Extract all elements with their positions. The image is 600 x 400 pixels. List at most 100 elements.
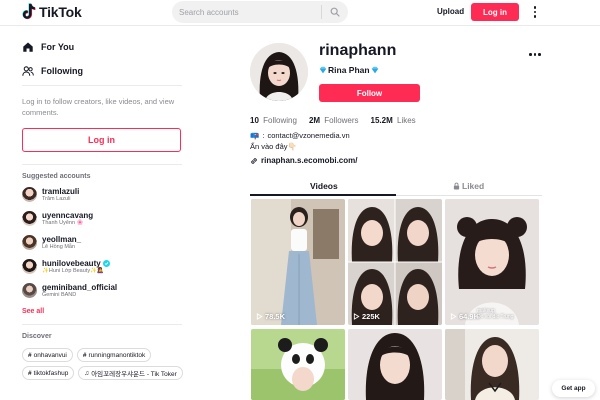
video-thumbnail[interactable]: 78.5K [251,199,345,325]
play-icon [353,313,360,320]
stat-label: Following [263,116,297,125]
nav-for-you[interactable]: For You [22,41,74,53]
sidebar-divider [22,324,182,325]
tiktok-logo[interactable]: TikTok [22,3,82,20]
stat-followers: 2M Followers [309,116,359,125]
avatar [22,187,37,203]
video-thumbnail[interactable]: 225K [348,199,442,325]
music-note-icon: ♫ [84,369,90,377]
logo-text: TikTok [39,3,82,20]
account-name: Gemini BAND [42,292,77,299]
sidebar-divider [22,85,182,86]
video-thumbnail[interactable] [445,329,539,400]
suggested-account[interactable]: hunilovebeauty ✨Huni Lớp Beauty✨👩‍🎤 [22,259,182,275]
follow-button[interactable]: Follow [319,84,420,102]
profile-handle: rinaphann [319,42,397,59]
stat-label: Likes [397,116,416,125]
more-horizontal-icon[interactable] [529,53,541,56]
sidebar-divider [22,164,182,165]
tag-label: runningmanontiktok [88,351,146,359]
diamond-icon [371,66,378,74]
account-handle: yeollman_ [42,235,82,244]
link-icon [251,157,257,164]
video-thumbnail[interactable] [348,329,442,400]
search-button[interactable] [322,1,348,23]
sidebar-login-button[interactable]: Log in [22,128,181,152]
tag-label: 아임꼬레장우샤운드 - Tik Toker [91,371,177,378]
bio-link-text: rinaphan.s.ecomobi.com/ [261,156,358,165]
tag-label: tiktokfashup [33,369,69,377]
search-bar [172,1,348,23]
discover-tags: # onhavanvui # runningmanontiktok # tikt… [22,348,192,380]
suggested-account[interactable]: tramlazuli Trâm Lazuli [22,187,182,203]
hashtag-icon: # [28,369,32,377]
video-thumbnail-image [251,329,345,400]
stat-value: 2M [308,116,321,125]
account-handle: geminiband_official [42,283,118,292]
avatar-portrait [250,43,308,101]
profile-display-name: Rina Phan [319,65,379,75]
discover-tag[interactable]: # onhavanvui [22,348,73,362]
profile-tabs: Videos Liked [250,178,542,196]
discover-tag[interactable]: # runningmanontiktok [76,348,152,362]
discover-tag[interactable]: ♫ 아임꼬레장우샤운드 - Tik Toker [78,366,183,380]
video-thumbnail-image [348,199,442,325]
view-count: 225K [353,312,380,321]
account-name: ✨Huni Lớp Beauty✨👩‍🎤 [42,268,104,275]
tiktok-logo-icon [22,3,36,20]
account-handle: tramlazuli [42,187,80,196]
nav-following-label: Following [41,66,83,76]
suggested-account[interactable]: yeollman_ Lê Hồng Mẫn [22,235,182,251]
upload-link[interactable]: Upload [437,7,464,16]
home-icon [23,42,33,52]
account-name: Lê Hồng Mẫn [42,244,76,251]
video-thumbnail[interactable]: 64.9K makeup Đồ vói đỉo Trung [445,199,539,325]
avatar [22,283,37,299]
stat-following: 10 Following [250,116,297,125]
account-handle-verified: hunilovebeauty [42,259,110,268]
view-count-text: 64.9K [459,312,480,321]
get-app-button[interactable]: Get app [552,380,595,397]
nav-following[interactable]: Following [22,65,83,77]
video-thumbnail[interactable] [251,329,345,400]
hashtag-icon: # [28,351,32,359]
video-thumbnail-image [251,199,345,325]
lock-icon [453,182,460,190]
video-thumbnail-image [445,199,539,325]
account-handle: uyenncavang [42,211,94,220]
suggested-accounts-title: Suggested accounts [22,173,91,180]
account-name: Trâm Lazuli [42,196,71,203]
video-thumbnail-image [445,329,539,400]
account-name: Thanh Uyênn 🌸 [42,220,84,227]
avatar [22,211,37,227]
diamond-icon [319,66,327,74]
see-all-link[interactable]: See all [22,308,44,315]
suggested-account[interactable]: uyenncavang Thanh Uyênn 🌸 [22,211,182,227]
view-count: 64.9K [450,312,479,321]
discover-tag[interactable]: # tiktokfashup [22,366,75,380]
tab-liked[interactable]: Liked [453,181,484,191]
bio-contact: 📪 : contact@vzonemedia.vn [250,131,350,140]
tab-videos[interactable]: Videos [310,181,338,191]
play-icon [256,313,263,320]
view-count-text: 225K [362,312,380,321]
video-grid: 78.5K 225K 64.9K makeup Đồ vói đỉo Trung [251,199,543,400]
header-login-button[interactable]: Log in [471,3,519,21]
profile-stats: 10 Following 2M Followers 15.2M Likes [250,116,416,125]
view-count: 78.5K [256,312,285,321]
users-icon [22,66,34,76]
stat-value: 10 [250,116,259,125]
nav-for-you-label: For You [41,42,75,52]
stat-label: Followers [324,116,359,125]
search-input[interactable] [172,7,321,17]
suggested-account[interactable]: geminiband_official Gemini BAND [22,283,182,299]
login-prompt-text: Log in to follow creators, like videos, … [22,97,175,118]
tab-liked-label: Liked [462,181,485,191]
video-caption: makeup Đồ vói đỉo Trung [477,308,514,320]
top-header: TikTok Upload Log in [0,0,600,26]
bio-link[interactable]: rinaphan.s.ecomobi.com/ [250,156,357,165]
more-vertical-icon[interactable] [530,4,540,20]
display-name-text: Rina Phan [328,65,370,75]
discover-title: Discover [22,333,52,340]
hashtag-icon: # [82,351,87,359]
